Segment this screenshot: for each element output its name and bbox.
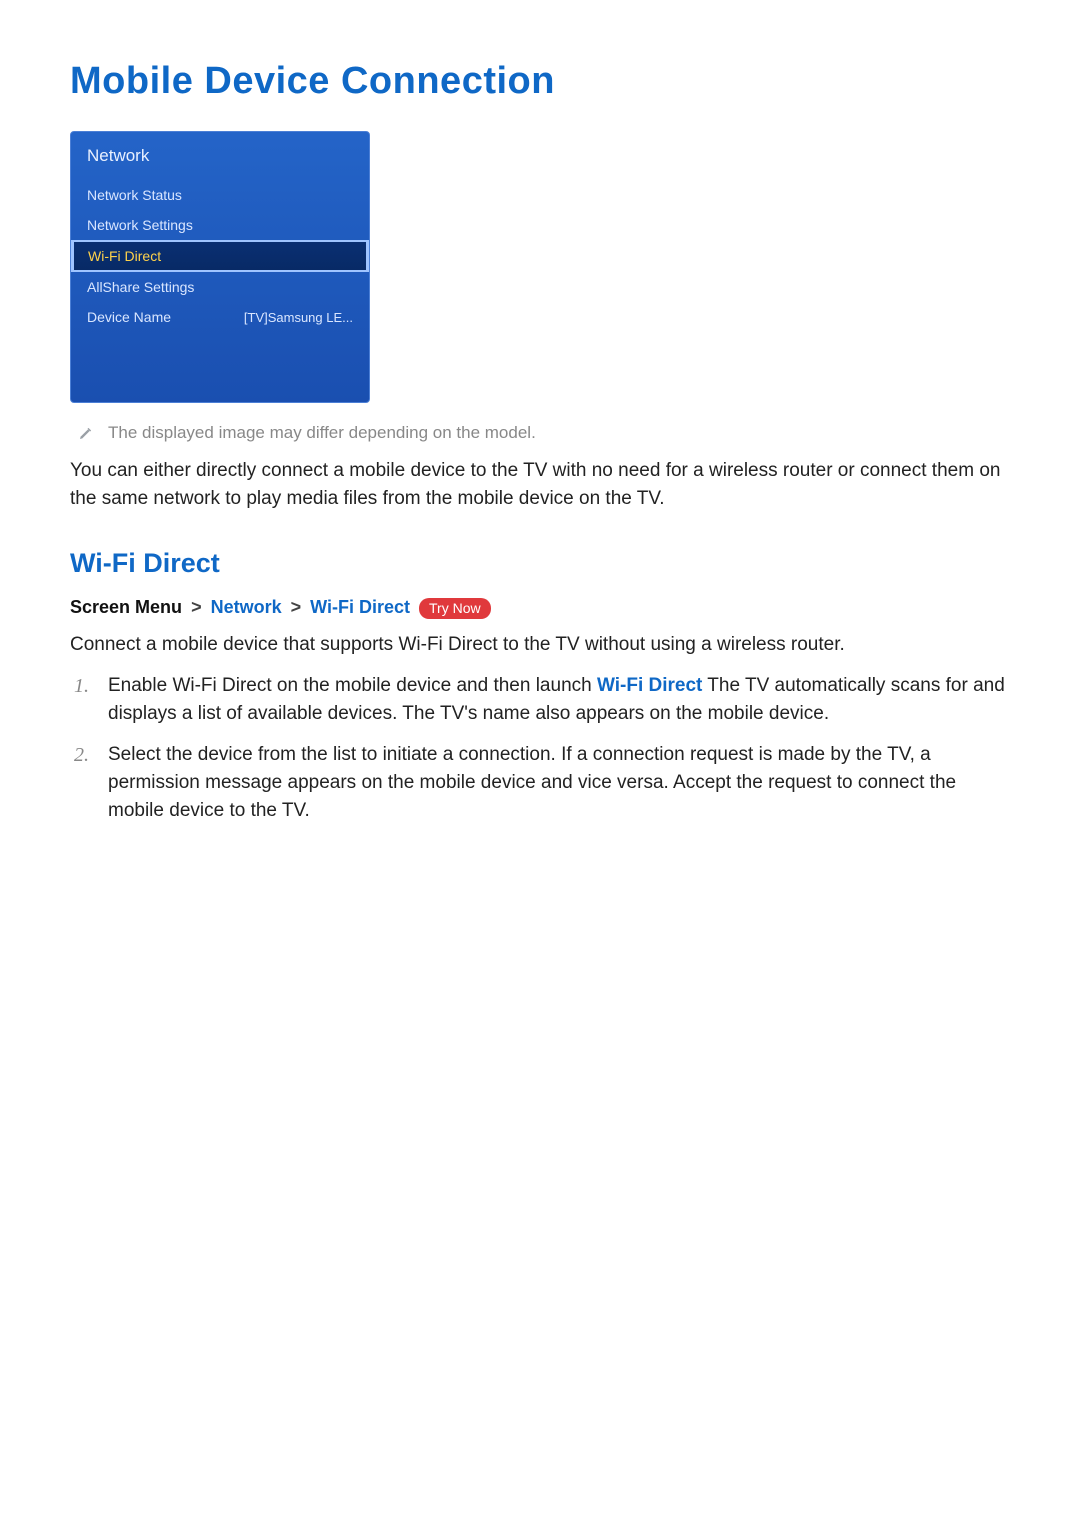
menu-item-label: Device Name: [87, 309, 171, 325]
breadcrumb-crumb-network: Network: [211, 597, 282, 617]
tv-network-panel: Network Network Status Network Settings …: [70, 131, 370, 403]
step-item: Enable Wi-Fi Direct on the mobile device…: [74, 672, 1010, 727]
step-text-pre: Enable Wi-Fi Direct on the mobile device…: [108, 675, 597, 696]
note-text: The displayed image may differ depending…: [108, 423, 536, 443]
menu-item-value: [TV]Samsung LE...: [244, 310, 353, 325]
panel-header: Network: [71, 132, 369, 180]
menu-item-label: Wi-Fi Direct: [88, 248, 161, 264]
menu-item-label: AllShare Settings: [87, 279, 194, 295]
section-heading-wifi-direct: Wi-Fi Direct: [70, 548, 1010, 579]
menu-item-network-settings[interactable]: Network Settings: [71, 210, 369, 240]
step-item: Select the device from the list to initi…: [74, 741, 1010, 824]
breadcrumb-sep: >: [287, 597, 306, 617]
breadcrumb-label: Screen Menu: [70, 597, 182, 617]
menu-item-allshare-settings[interactable]: AllShare Settings: [71, 272, 369, 302]
menu-item-wifi-direct[interactable]: Wi-Fi Direct: [71, 240, 369, 272]
step-text-pre: Select the device from the list to initi…: [108, 744, 956, 820]
menu-item-label: Network Settings: [87, 217, 193, 233]
breadcrumb: Screen Menu > Network > Wi-Fi Direct Try…: [70, 597, 1010, 619]
intro-paragraph: You can either directly connect a mobile…: [70, 457, 1010, 512]
menu-item-network-status[interactable]: Network Status: [71, 180, 369, 210]
steps-list: Enable Wi-Fi Direct on the mobile device…: [70, 672, 1010, 824]
menu-item-label: Network Status: [87, 187, 182, 203]
pen-icon: [78, 425, 94, 441]
breadcrumb-sep: >: [187, 597, 206, 617]
page-title: Mobile Device Connection: [70, 60, 1010, 103]
try-now-badge[interactable]: Try Now: [419, 598, 491, 619]
breadcrumb-crumb-wifi-direct: Wi-Fi Direct: [310, 597, 410, 617]
menu-item-device-name[interactable]: Device Name [TV]Samsung LE...: [71, 302, 369, 332]
step-text-highlight: Wi-Fi Direct: [597, 675, 702, 696]
document-page: Mobile Device Connection Network Network…: [0, 0, 1080, 898]
note-row: The displayed image may differ depending…: [78, 423, 1010, 443]
section-intro: Connect a mobile device that supports Wi…: [70, 631, 1010, 659]
